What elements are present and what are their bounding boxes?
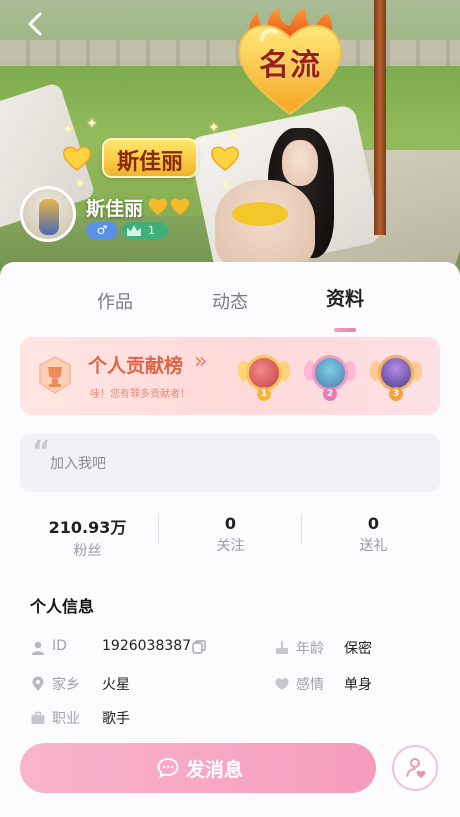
location-pin-icon xyxy=(32,676,44,691)
stat-gifts[interactable]: 0 送礼 xyxy=(302,514,445,555)
follow-button[interactable] xyxy=(392,745,438,791)
info-relationship-row: 感情 单身 xyxy=(274,674,424,696)
heart-icon xyxy=(211,146,239,171)
relationship-value: 单身 xyxy=(344,677,372,693)
stat-fans[interactable]: 210.93万 粉丝 xyxy=(16,514,159,560)
sparkle-icon: ✦ xyxy=(62,122,74,138)
trophy-icon xyxy=(39,356,71,394)
bottom-action-bar: 发消息 xyxy=(0,735,460,817)
info-age-row: 年龄 保密 xyxy=(274,638,424,660)
avatar-figure xyxy=(39,199,59,235)
profile-sheet: 作品 动态 资料 个人贡献榜 » 哇！您有罪多贡献者！ 1 2 3 “ 加入我吧… xyxy=(0,262,460,817)
send-message-label: 发消息 xyxy=(186,759,244,781)
sparkle-icon: ✦ xyxy=(74,176,86,192)
job-value: 歌手 xyxy=(102,711,130,727)
contributor-avatar xyxy=(378,355,414,391)
heart-icon xyxy=(148,198,190,215)
stat-value: 0 xyxy=(224,514,237,533)
stat-label: 粉丝 xyxy=(73,543,102,559)
info-job-row: 职业 歌手 xyxy=(30,708,220,730)
stat-value: 210.93万 xyxy=(48,518,127,537)
add-friend-icon xyxy=(406,758,426,778)
sparkle-icon: ✦ xyxy=(86,116,98,132)
name-plate: 斯佳丽 xyxy=(104,140,196,176)
contribution-subtitle: 哇！您有罪多贡献者！ xyxy=(90,389,190,400)
info-label: 家乡 xyxy=(52,677,80,693)
heart-icon xyxy=(63,146,91,171)
crown-level-icon xyxy=(127,225,141,236)
user-id-value: 1926038387 xyxy=(102,638,192,654)
tab-profile-info[interactable]: 资料 xyxy=(305,284,385,311)
rank-number: 2 xyxy=(323,387,337,401)
level-badge: 1 xyxy=(122,222,168,239)
rank-number: 1 xyxy=(257,387,271,401)
bio-card: “ 加入我吧 xyxy=(20,434,440,492)
briefcase-icon xyxy=(31,711,45,724)
stat-label: 关注 xyxy=(216,538,245,554)
level-number: 1 xyxy=(148,224,155,237)
contributor-rank-1[interactable]: 1 xyxy=(238,351,290,403)
stat-value: 0 xyxy=(367,514,380,533)
contributor-rank-2[interactable]: 2 xyxy=(304,351,356,403)
stats-row: 210.93万 粉丝 0 关注 0 送礼 xyxy=(0,508,460,559)
info-label: ID xyxy=(52,638,67,654)
sparkle-icon: ✦ xyxy=(228,128,240,144)
chevron-left-icon xyxy=(28,12,42,36)
cover-person xyxy=(232,202,288,226)
info-id-row: ID 1926038387 xyxy=(30,638,220,660)
age-value: 保密 xyxy=(344,641,372,657)
fame-badge-label: 名流 xyxy=(259,48,321,83)
contributor-avatar xyxy=(312,355,348,391)
info-label: 年龄 xyxy=(296,641,324,657)
active-tab-indicator xyxy=(334,328,356,332)
chat-bubble-icon xyxy=(157,758,179,779)
cover-wall xyxy=(0,40,460,66)
personal-info-title: 个人信息 xyxy=(30,597,95,616)
tab-moments[interactable]: 动态 xyxy=(190,288,270,314)
gender-badge: ♂ xyxy=(86,222,118,239)
sparkle-icon: ✦ xyxy=(208,120,220,136)
profile-name: 斯佳丽 xyxy=(86,198,144,220)
tab-bar: 作品 动态 资料 xyxy=(0,280,460,332)
rank-number: 3 xyxy=(389,387,403,401)
heart-icon xyxy=(275,678,289,690)
cake-icon xyxy=(276,640,288,654)
copy-icon[interactable] xyxy=(192,640,206,654)
sparkle-icon: ✦ xyxy=(220,178,232,194)
cover-umbrella-pole xyxy=(374,0,386,235)
contribution-title: 个人贡献榜 xyxy=(88,355,184,377)
name-banner: ✦ ✦ ✦ ✦ ✦ ✦ 斯佳丽 xyxy=(52,116,248,194)
info-label: 感情 xyxy=(296,677,324,693)
banner-name: 斯佳丽 xyxy=(116,150,183,175)
quote-icon: “ xyxy=(32,434,51,467)
avatar[interactable] xyxy=(20,186,76,242)
contribution-board[interactable]: 个人贡献榜 » 哇！您有罪多贡献者！ 1 2 3 xyxy=(20,337,440,415)
back-button[interactable] xyxy=(22,10,50,38)
chevron-double-right-icon: » xyxy=(194,349,208,374)
bio-text: 加入我吧 xyxy=(50,456,106,472)
contributor-rank-3[interactable]: 3 xyxy=(370,351,422,403)
fame-badge: 名流 xyxy=(232,6,348,118)
stat-following[interactable]: 0 关注 xyxy=(159,514,302,555)
cover-person xyxy=(282,140,318,186)
hometown-value: 火星 xyxy=(102,677,130,693)
name-hearts xyxy=(148,196,192,220)
user-icon xyxy=(32,641,44,655)
send-message-button[interactable]: 发消息 xyxy=(20,743,376,793)
info-hometown-row: 家乡 火星 xyxy=(30,674,220,696)
contributor-avatar xyxy=(246,355,282,391)
tab-works[interactable]: 作品 xyxy=(75,288,155,314)
stat-label: 送礼 xyxy=(359,538,388,554)
info-label: 职业 xyxy=(52,711,80,727)
